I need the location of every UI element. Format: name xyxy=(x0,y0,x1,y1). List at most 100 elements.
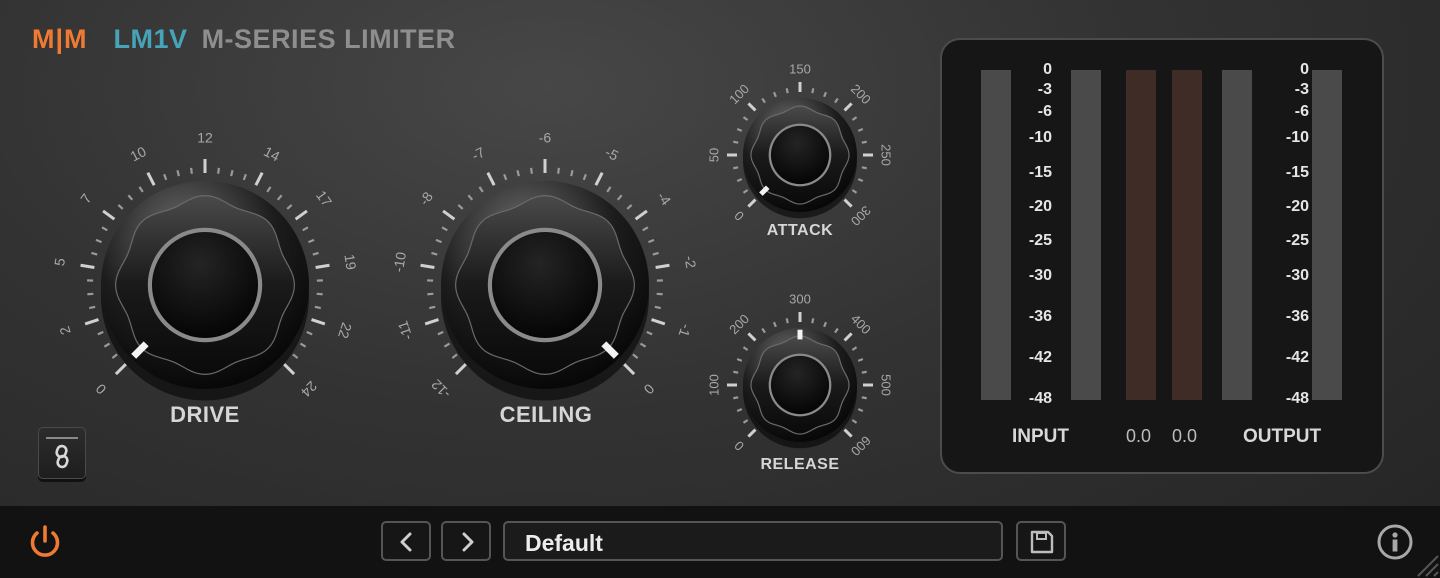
attack-knob[interactable]: 050100150200250300 xyxy=(706,61,893,228)
release-tick-label: 0 xyxy=(731,438,747,454)
meter-scale-label: -42 xyxy=(1028,349,1052,366)
drive-tick xyxy=(294,209,308,221)
ceiling-tick xyxy=(435,238,442,244)
drive-tick-label: 17 xyxy=(313,187,335,209)
drive-tick xyxy=(84,318,99,326)
drive-tick xyxy=(190,167,193,174)
meter-scale-label: 0 xyxy=(1043,61,1052,78)
ceiling-tick xyxy=(457,204,464,210)
attack-tick xyxy=(747,102,757,112)
input-scale: 0 -3 -6 -10 -15 -20 -25 -30 -36 -42 -48 xyxy=(1002,61,1052,407)
drive-tick xyxy=(315,263,330,269)
ceiling-tick xyxy=(478,186,484,193)
drive-tick xyxy=(117,204,124,210)
release-tick xyxy=(785,318,789,324)
drive-tick-label: 10 xyxy=(128,143,149,164)
link-button[interactable] xyxy=(38,427,86,479)
meter-scale-label: -36 xyxy=(1285,308,1309,325)
ceiling-tick xyxy=(616,194,623,201)
ceiling-tick xyxy=(437,330,444,336)
release-tick xyxy=(733,396,739,400)
link-indicator xyxy=(46,437,78,439)
meter-scale-label: -48 xyxy=(1028,390,1052,407)
ceiling-tick xyxy=(420,263,435,269)
gr-value-left: 0.0 xyxy=(1126,426,1152,446)
meter-scale-label: -25 xyxy=(1028,232,1052,249)
release-tick-label: 400 xyxy=(848,311,874,337)
attack-tick xyxy=(761,97,766,104)
input-meter-right xyxy=(1071,70,1101,400)
drive-tick xyxy=(101,226,108,232)
save-preset-button[interactable] xyxy=(1016,521,1066,561)
meter-scale-label: -3 xyxy=(1294,81,1309,98)
drive-tick xyxy=(114,363,127,376)
drive-tick xyxy=(254,172,264,186)
release-tick xyxy=(861,370,867,374)
drive-tick xyxy=(97,330,104,336)
drive-tick xyxy=(308,238,315,244)
release-tick-label: 300 xyxy=(789,291,811,306)
meter-scale-label: 0 xyxy=(1300,61,1309,78)
release-tick-label: 500 xyxy=(879,374,894,396)
ceiling-tick-label: -1 xyxy=(675,322,694,339)
previous-preset-button[interactable] xyxy=(381,521,431,561)
power-icon[interactable] xyxy=(26,523,64,561)
ceiling-tick xyxy=(467,194,474,201)
ceiling-tick xyxy=(648,238,655,244)
drive-tick xyxy=(103,342,111,348)
plugin-window: M|M LM1V M-SERIES LIMITER 0 2 5 7 10 12 14 17 19… xyxy=(0,0,1440,578)
info-icon[interactable] xyxy=(1376,523,1414,561)
release-tick xyxy=(851,346,858,351)
drive-tick xyxy=(312,251,319,256)
input-label: INPUT xyxy=(1012,426,1069,447)
ceiling-tick xyxy=(454,363,467,376)
drive-tick xyxy=(80,263,95,269)
ceiling-tick xyxy=(582,173,587,181)
meter-scale-label: -15 xyxy=(1285,164,1309,181)
next-preset-button[interactable] xyxy=(441,521,491,561)
ceiling-tick-label: -5 xyxy=(603,144,622,164)
ceiling-tick xyxy=(530,167,533,174)
attack-label: ATTACK xyxy=(766,222,834,239)
release-tick xyxy=(857,357,864,362)
attack-tick xyxy=(747,198,757,208)
resize-grip-icon[interactable] xyxy=(1410,548,1440,578)
output-label: OUTPUT xyxy=(1243,426,1322,447)
bottom-bar: Default xyxy=(0,506,1440,578)
drive-tick xyxy=(302,226,309,232)
attack-tick xyxy=(843,198,853,208)
gr-value-right: 0.0 xyxy=(1172,426,1198,446)
release-tick xyxy=(742,346,749,351)
release-tick xyxy=(834,327,839,334)
ceiling-tick-label: -12 xyxy=(428,376,454,402)
attack-tick xyxy=(733,140,739,144)
ceiling-tick xyxy=(503,173,508,181)
attack-tick xyxy=(843,102,853,112)
output-meter-right xyxy=(1312,70,1342,400)
drive-tick xyxy=(306,330,313,336)
ceiling-tick-label: -8 xyxy=(416,189,436,209)
drive-tick-label: 2 xyxy=(56,324,74,337)
drive-tick xyxy=(102,209,116,221)
release-cap xyxy=(770,355,830,415)
release-knob[interactable]: 0 100 200 300 400 500 600 xyxy=(706,291,893,458)
drive-knob[interactable]: 0 2 5 7 10 12 14 17 19 22 24 xyxy=(51,130,360,401)
release-tick xyxy=(811,318,815,324)
drive-tick xyxy=(230,170,234,177)
ceiling-tick xyxy=(632,353,639,359)
chevron-right-icon xyxy=(462,532,474,552)
preset-selector[interactable]: Default xyxy=(503,521,1003,561)
attack-tick xyxy=(851,116,858,121)
drive-cap xyxy=(151,231,259,339)
drive-tick xyxy=(146,172,156,186)
ceiling-knob[interactable]: -12-11-10-8-7-6-5-4-2-10 xyxy=(390,130,699,402)
ceiling-tick xyxy=(431,251,438,256)
release-label: RELEASE xyxy=(760,456,840,473)
release-tick-label: 200 xyxy=(726,311,752,337)
attack-tick-label: 100 xyxy=(726,81,752,107)
drive-tick xyxy=(111,353,118,359)
meter-scale-label: -10 xyxy=(1285,129,1309,146)
meter-scale-label: -48 xyxy=(1285,390,1309,407)
attack-tick xyxy=(742,189,749,194)
attack-tick xyxy=(823,91,828,98)
